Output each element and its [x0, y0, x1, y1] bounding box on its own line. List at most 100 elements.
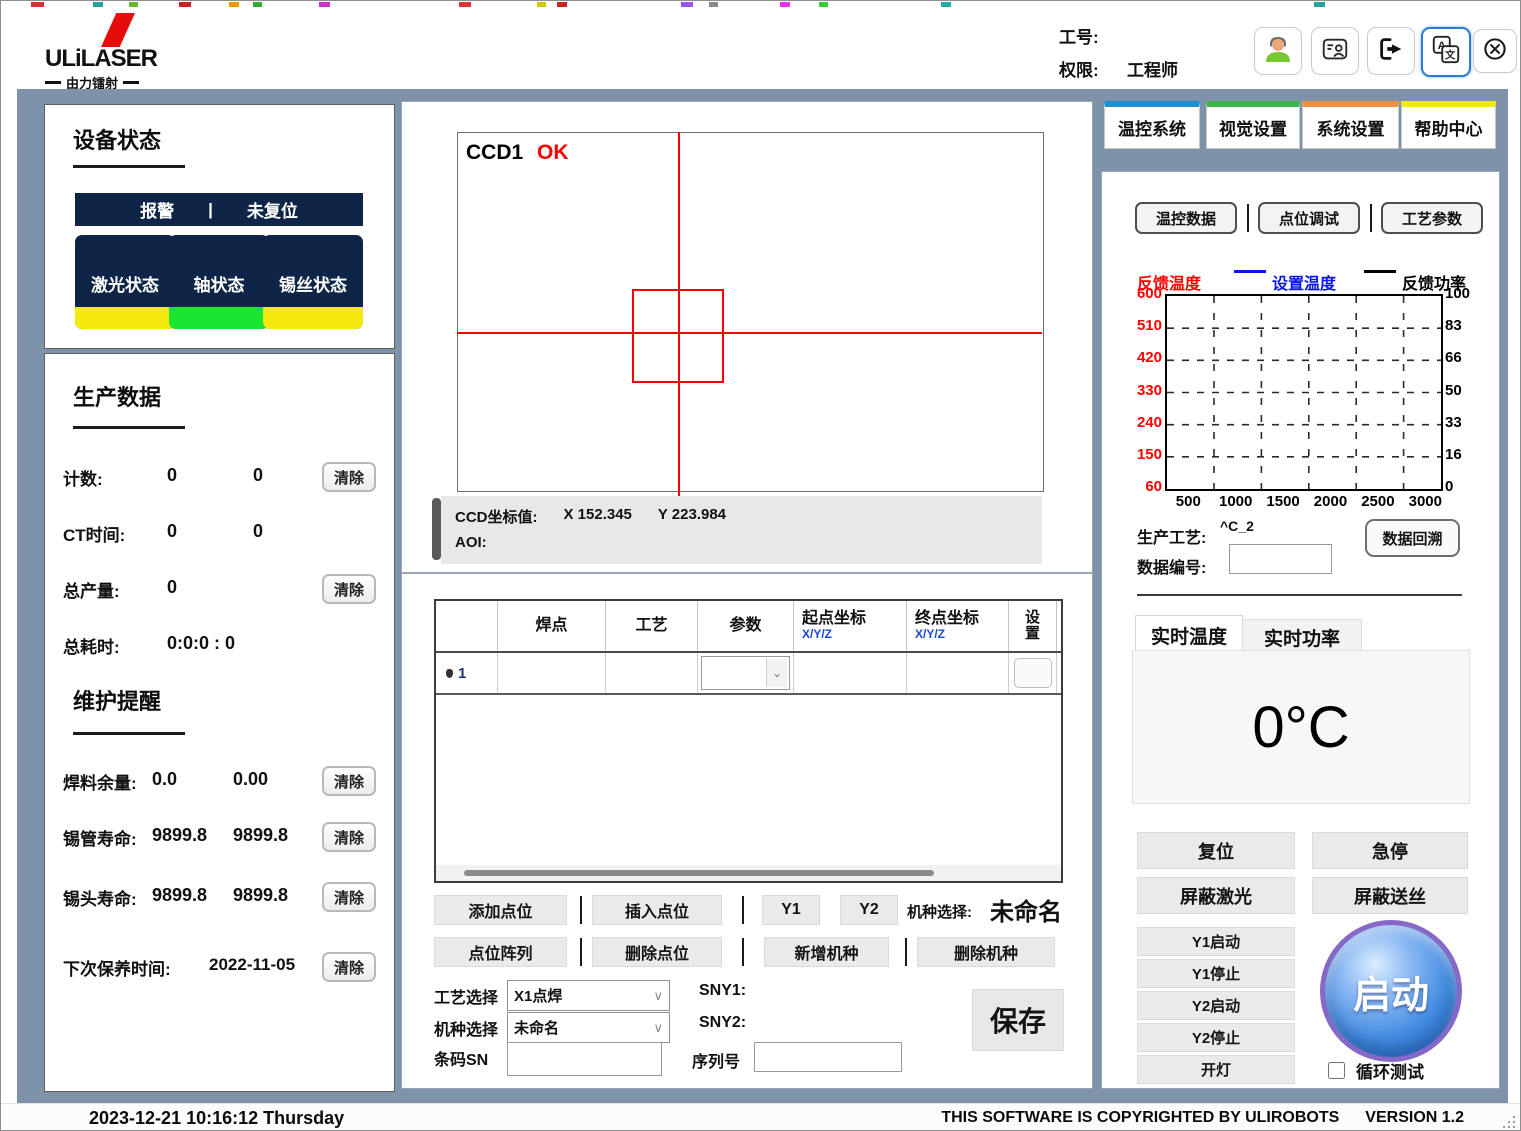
add-point-button[interactable]: 添加点位 — [434, 895, 567, 925]
id-card-button[interactable] — [1311, 27, 1359, 75]
wire-status-tile[interactable]: 锡丝状态 — [263, 235, 363, 329]
mask-wire-button[interactable]: 屏蔽送丝 — [1312, 877, 1468, 914]
logout-button[interactable] — [1367, 27, 1415, 75]
insert-point-button[interactable]: 插入点位 — [592, 895, 722, 925]
cell-param: ⌄ — [698, 653, 794, 693]
barcode-sn-label: 条码SN — [434, 1046, 488, 1070]
clear-counter-button[interactable]: 清除 — [322, 462, 376, 492]
clear-solder-button[interactable]: 清除 — [322, 766, 376, 796]
clear-tin-tube-button[interactable]: 清除 — [322, 822, 376, 852]
permission-value: 工程师 — [1127, 56, 1178, 81]
y-axis-right-tick: 83 — [1445, 317, 1462, 334]
close-icon — [1481, 35, 1509, 68]
y-axis-right-tick: 50 — [1445, 382, 1462, 399]
coord-label: CCD坐标值: — [455, 506, 538, 527]
data-no-input[interactable] — [1229, 544, 1332, 574]
ccd-viewport[interactable]: CCD1 OK — [457, 132, 1044, 492]
clear-maintenance-button[interactable]: 清除 — [322, 952, 376, 982]
point-array-button[interactable]: 点位阵列 — [434, 937, 567, 967]
y2-start-button[interactable]: Y2启动 — [1137, 991, 1295, 1020]
close-button[interactable] — [1473, 29, 1517, 73]
data-backtrack-button[interactable]: 数据回溯 — [1365, 519, 1460, 557]
tin-tube-life-row: 锡管寿命: 9899.8 9899.8 清除 — [45, 822, 394, 852]
delete-point-button[interactable]: 删除点位 — [592, 937, 722, 967]
model-select-value: 未命名 — [990, 892, 1062, 927]
y1-start-button[interactable]: Y1启动 — [1137, 927, 1295, 956]
coord-x: X 152.345 — [564, 506, 632, 527]
row-settings-button[interactable] — [1014, 658, 1052, 688]
device-status-panel: 设备状态 报警 | 未复位 激光状态 轴状态 锡丝状态 — [44, 104, 395, 349]
tin-head-life-row: 锡头寿命: 9899.8 9899.8 清除 — [45, 882, 394, 912]
alarm-label: 报警 — [140, 197, 174, 222]
delete-model-button[interactable]: 删除机种 — [917, 937, 1055, 967]
y2-stop-button[interactable]: Y2停止 — [1137, 1023, 1295, 1052]
status-copyright: THIS SOFTWARE IS COPYRIGHTED BY ULIROBOT… — [941, 1109, 1339, 1127]
row-marker-icon — [446, 669, 453, 678]
resize-grip[interactable] — [1503, 1116, 1517, 1130]
tab-vision-settings[interactable]: 视觉设置 — [1206, 101, 1300, 149]
logo-flag-icon — [101, 13, 135, 47]
tab-help-center[interactable]: 帮助中心 — [1401, 101, 1496, 149]
ct-time-row: CT时间: 0 0 — [45, 518, 394, 548]
counter-row: 计数: 0 0 清除 — [45, 462, 394, 492]
tab-realtime-temp[interactable]: 实时温度 — [1135, 615, 1243, 654]
mask-laser-button[interactable]: 屏蔽激光 — [1137, 877, 1295, 914]
data-no-label: 数据编号: — [1137, 554, 1206, 578]
col-start-coord: 起点坐标 X/Y/Z — [794, 601, 907, 651]
user-avatar-button[interactable] — [1254, 27, 1302, 75]
point-debug-button[interactable]: 点位调试 — [1258, 202, 1360, 234]
start-button[interactable]: 启动 — [1320, 920, 1462, 1062]
total-output-row: 总产量: 0 清除 — [45, 574, 394, 604]
laser-status-tile[interactable]: 激光状态 — [75, 235, 175, 329]
craft-select[interactable]: X1点焊∨ — [507, 980, 670, 1011]
clear-tin-head-button[interactable]: 清除 — [322, 882, 376, 912]
svg-text:文: 文 — [1444, 48, 1456, 61]
chart-plot-area — [1165, 294, 1443, 491]
clear-total-output-button[interactable]: 清除 — [322, 574, 376, 604]
table-hscrollbar[interactable] — [436, 865, 1061, 881]
cell-craft[interactable] — [606, 653, 698, 693]
y-axis-left-tick: 510 — [1130, 317, 1162, 334]
translate-icon: A 文 — [1430, 34, 1462, 71]
cell-weld-point[interactable] — [498, 653, 606, 693]
production-panel: 生产数据 计数: 0 0 清除 CT时间: 0 0 总产量: 0 清除 总耗时:… — [44, 353, 395, 1092]
cell-end-coord[interactable] — [907, 653, 1009, 693]
craft-info-label: 生产工艺: — [1137, 524, 1206, 548]
aoi-label: AOI: — [455, 534, 487, 551]
tab-system-settings[interactable]: 系统设置 — [1302, 101, 1399, 149]
scrollbar-thumb[interactable] — [464, 870, 934, 876]
param-dropdown[interactable]: ⌄ — [701, 656, 790, 690]
y-axis-left-tick: 240 — [1130, 414, 1162, 431]
table-row[interactable]: 1 ⌄ — [436, 653, 1061, 695]
coord-bar-handle[interactable] — [432, 498, 441, 560]
cycle-test-checkbox[interactable] — [1328, 1062, 1345, 1079]
y2-button[interactable]: Y2 — [840, 895, 898, 925]
craft-param-button[interactable]: 工艺参数 — [1381, 202, 1483, 234]
model-select[interactable]: 未命名∨ — [507, 1012, 670, 1043]
temp-data-button[interactable]: 温控数据 — [1135, 202, 1237, 234]
production-title: 生产数据 — [73, 380, 161, 412]
y-axis-right-tick: 100 — [1445, 285, 1470, 302]
light-button[interactable]: 开灯 — [1137, 1055, 1295, 1084]
model-combo-label: 机种选择 — [434, 1016, 498, 1040]
estop-button[interactable]: 急停 — [1312, 832, 1468, 869]
new-model-button[interactable]: 新增机种 — [764, 937, 889, 967]
y1-stop-button[interactable]: Y1停止 — [1137, 959, 1295, 988]
tab-realtime-power[interactable]: 实时功率 — [1242, 619, 1362, 654]
total-time-row: 总耗时: 0:0:0 : 0 — [45, 630, 394, 660]
axis-status-tile[interactable]: 轴状态 — [169, 235, 269, 329]
table-header: 焊点 工艺 参数 起点坐标 X/Y/Z 终点坐标 X/Y/Z 设置 — [436, 601, 1061, 653]
target-box — [632, 289, 724, 383]
barcode-sn-input[interactable] — [507, 1042, 662, 1076]
chevron-down-icon: ∨ — [653, 988, 663, 1004]
tab-temp-control[interactable]: 温控系统 — [1104, 101, 1200, 149]
reset-button[interactable]: 复位 — [1137, 832, 1295, 869]
serial-input[interactable] — [754, 1042, 902, 1072]
col-settings: 设置 — [1009, 601, 1057, 651]
save-button[interactable]: 保存 — [972, 989, 1064, 1051]
y-axis-left-tick: 330 — [1130, 382, 1162, 399]
y-axis-left-tick: 420 — [1130, 349, 1162, 366]
cell-start-coord[interactable] — [794, 653, 907, 693]
translate-button[interactable]: A 文 — [1421, 27, 1471, 77]
y1-button[interactable]: Y1 — [762, 895, 820, 925]
